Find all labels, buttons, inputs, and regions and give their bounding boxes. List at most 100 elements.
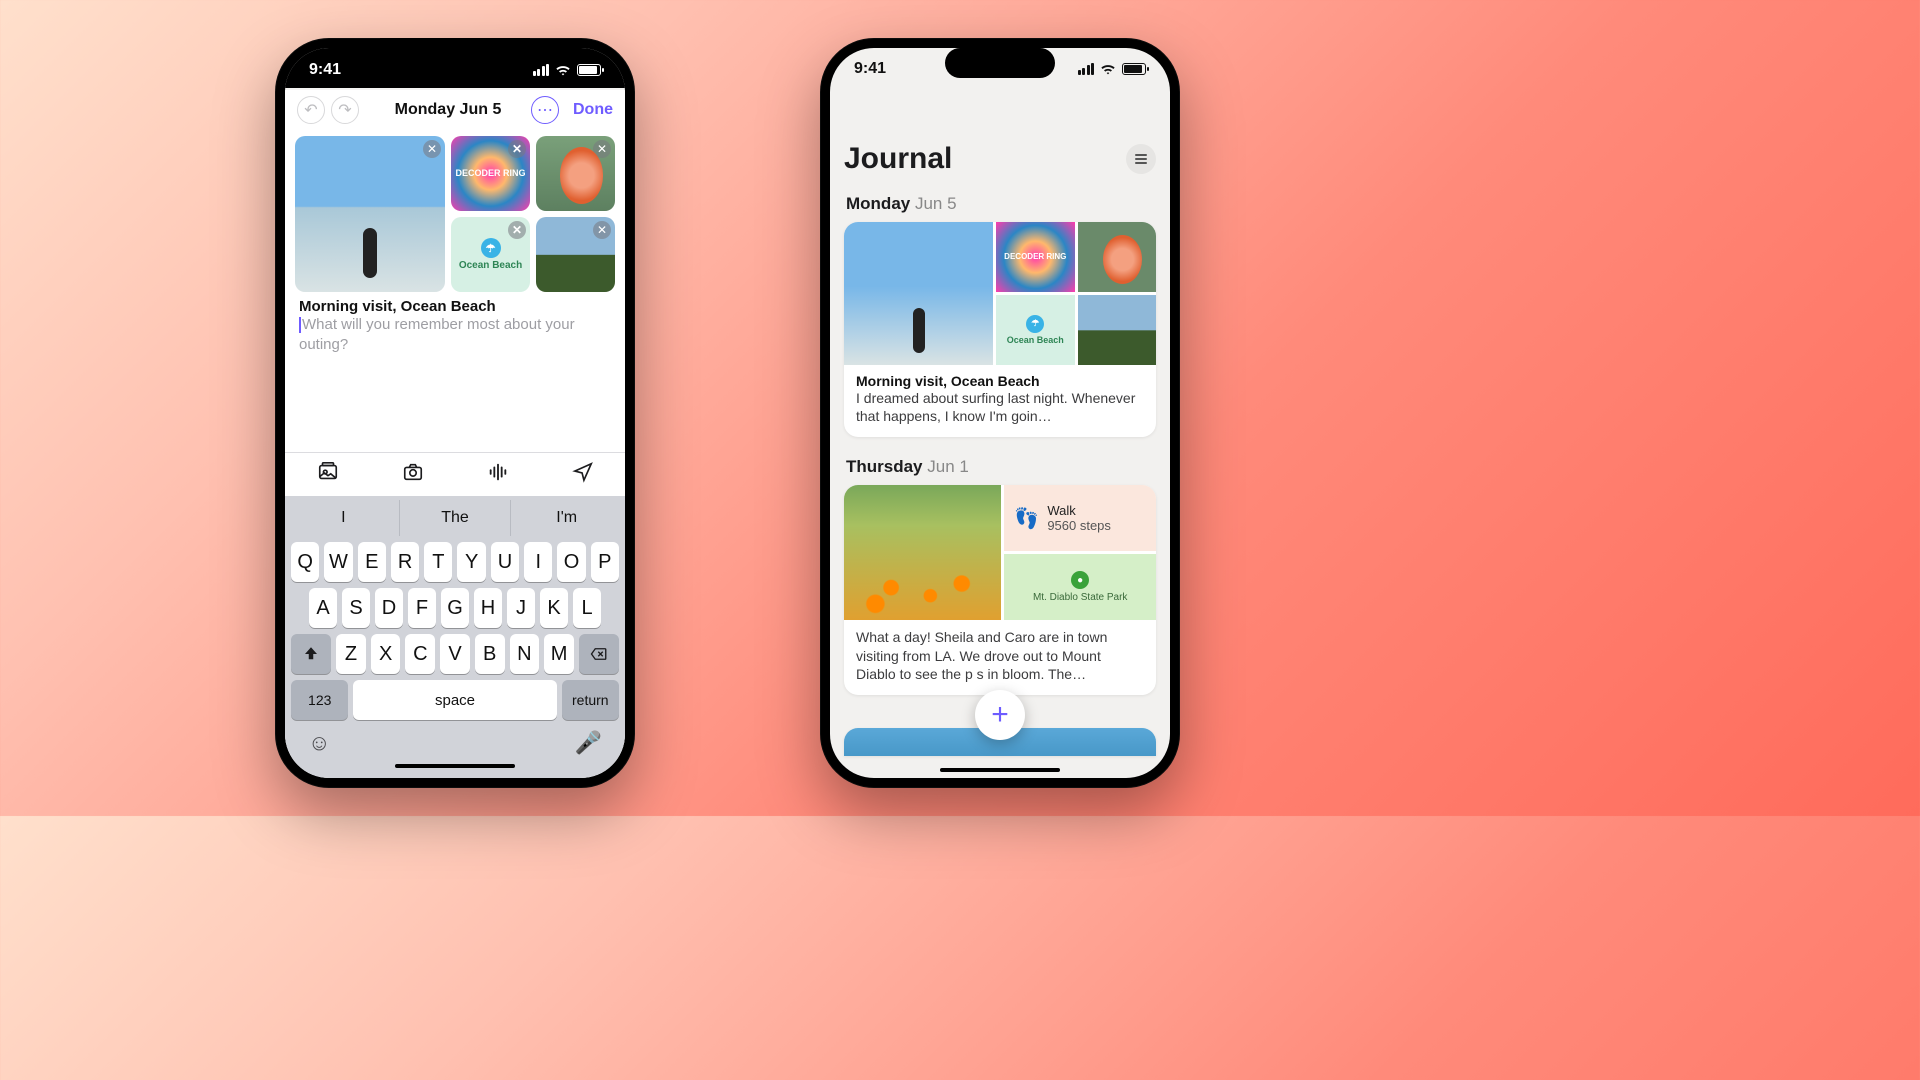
phone-editor: 9:41 ↶ ↷ Monday Jun 5 ⋯ Done ✕ DECODER R… (275, 38, 635, 788)
card-media-grid: DECODER RING ☂Ocean Beach (844, 222, 1156, 365)
remove-attachment-button[interactable]: ✕ (593, 221, 611, 239)
key-z[interactable]: Z (336, 634, 366, 674)
card-photo-flowers (844, 485, 1001, 620)
attachment-location[interactable]: ☂Ocean Beach✕ (451, 217, 530, 292)
add-photo-button[interactable] (316, 461, 340, 489)
editor-body: ↶ ↷ Monday Jun 5 ⋯ Done ✕ DECODER RING✕ … (285, 90, 625, 778)
card-title: Morning visit, Ocean Beach (856, 373, 1144, 389)
entry-card[interactable]: DECODER RING ☂Ocean Beach Morning visit,… (844, 222, 1156, 437)
card-activity-walk: 👣 Walk9560 steps (1004, 485, 1156, 551)
key-h[interactable]: H (474, 588, 502, 628)
wifi-icon (555, 64, 571, 76)
key-g[interactable]: G (441, 588, 469, 628)
editor-nav: ↶ ↷ Monday Jun 5 ⋯ Done (285, 90, 625, 130)
remove-attachment-button[interactable]: ✕ (593, 140, 611, 158)
card-body: What a day! Sheila and Caro are in town … (856, 628, 1144, 683)
keyboard[interactable]: I The I'm QWERTYUIOP ASDFGHJKL ZXCVBNM 1… (285, 496, 625, 778)
key-p[interactable]: P (591, 542, 619, 582)
dictation-key[interactable]: 🎤 (575, 730, 602, 756)
cellular-icon (1078, 63, 1095, 75)
done-button[interactable]: Done (573, 101, 613, 119)
key-b[interactable]: B (475, 634, 505, 674)
battery-icon (1122, 63, 1146, 75)
key-q[interactable]: Q (291, 542, 319, 582)
filter-button[interactable] (1126, 144, 1156, 174)
more-button[interactable]: ⋯ (531, 96, 559, 124)
key-d[interactable]: D (375, 588, 403, 628)
key-c[interactable]: C (405, 634, 435, 674)
attachment-photo-dog[interactable]: ✕ (536, 217, 615, 292)
remove-attachment-button[interactable]: ✕ (423, 140, 441, 158)
attachment-photo-surf[interactable]: ✕ (295, 136, 445, 292)
remove-attachment-button[interactable]: ✕ (508, 140, 526, 158)
attachment-podcast[interactable]: DECODER RING✕ (451, 136, 530, 211)
notch (380, 38, 530, 66)
keyboard-row-4: 123 space return (291, 680, 619, 720)
cellular-icon (533, 64, 550, 76)
key-i[interactable]: I (524, 542, 552, 582)
key-e[interactable]: E (358, 542, 386, 582)
shift-key[interactable] (291, 634, 331, 674)
filter-icon (1135, 158, 1147, 160)
delete-key[interactable] (579, 634, 619, 674)
redo-button[interactable]: ↷ (331, 96, 359, 124)
key-s[interactable]: S (342, 588, 370, 628)
key-n[interactable]: N (510, 634, 540, 674)
key-r[interactable]: R (391, 542, 419, 582)
key-t[interactable]: T (424, 542, 452, 582)
numbers-key[interactable]: 123 (291, 680, 348, 720)
journal-header: Journal (844, 142, 1156, 176)
key-o[interactable]: O (557, 542, 585, 582)
space-key[interactable]: space (353, 680, 556, 720)
key-x[interactable]: X (371, 634, 401, 674)
day-heading: Thursday Jun 1 (846, 457, 1154, 477)
remove-attachment-button[interactable]: ✕ (508, 221, 526, 239)
card-text: Morning visit, Ocean Beach I dreamed abo… (844, 365, 1156, 437)
return-key[interactable]: return (562, 680, 619, 720)
audio-button[interactable] (486, 461, 510, 489)
emoji-key[interactable]: ☺ (308, 730, 330, 756)
journal-title: Journal (844, 142, 952, 176)
key-y[interactable]: Y (457, 542, 485, 582)
home-indicator[interactable] (395, 764, 515, 768)
location-button[interactable] (571, 461, 595, 489)
entry-prompt-placeholder: What will you remember most about your o… (299, 315, 611, 354)
entry-editor[interactable]: Morning visit, Ocean Beach What will you… (285, 292, 625, 360)
key-w[interactable]: W (324, 542, 352, 582)
compose-accessory-bar (285, 452, 625, 496)
camera-button[interactable] (401, 461, 425, 489)
key-m[interactable]: M (544, 634, 574, 674)
key-u[interactable]: U (491, 542, 519, 582)
suggestion[interactable]: The (400, 500, 512, 536)
suggestion[interactable]: I'm (511, 500, 622, 536)
key-j[interactable]: J (507, 588, 535, 628)
attachment-grid: ✕ DECODER RING✕ ✕ ☂Ocean Beach✕ ✕ (285, 130, 625, 292)
status-indicators (1078, 63, 1147, 75)
suggestion[interactable]: I (288, 500, 400, 536)
activity-steps: 9560 steps (1047, 518, 1111, 533)
key-l[interactable]: L (573, 588, 601, 628)
day-heading: Monday Jun 5 (846, 194, 1154, 214)
card-podcast: DECODER RING (996, 222, 1074, 292)
entry-card[interactable]: 👣 Walk9560 steps ●Mt. Diablo State Park … (844, 485, 1156, 695)
attachment-photo-shell[interactable]: ✕ (536, 136, 615, 211)
new-entry-button[interactable]: + (975, 690, 1025, 740)
home-indicator[interactable] (940, 768, 1060, 772)
phone-journal: 9:41 Journal Monday Jun 5 DECODER RING ☂… (820, 38, 1180, 788)
journal-body[interactable]: Journal Monday Jun 5 DECODER RING ☂Ocean… (830, 86, 1170, 778)
key-f[interactable]: F (408, 588, 436, 628)
key-v[interactable]: V (440, 634, 470, 674)
entry-title: Morning visit, Ocean Beach (299, 298, 611, 315)
battery-icon (577, 64, 601, 76)
keyboard-row-2: ASDFGHJKL (291, 588, 619, 628)
card-photo-shell (1078, 222, 1156, 292)
key-k[interactable]: K (540, 588, 568, 628)
keyboard-bottom-row: ☺ 🎤 (288, 726, 622, 756)
map-pin-icon: ☂ (481, 238, 501, 258)
status-time: 9:41 (309, 61, 341, 79)
card-photo-surf (844, 222, 993, 365)
card-location-park: ●Mt. Diablo State Park (1004, 554, 1156, 620)
undo-button[interactable]: ↶ (297, 96, 325, 124)
key-a[interactable]: A (309, 588, 337, 628)
keyboard-row-3: ZXCVBNM (291, 634, 619, 674)
